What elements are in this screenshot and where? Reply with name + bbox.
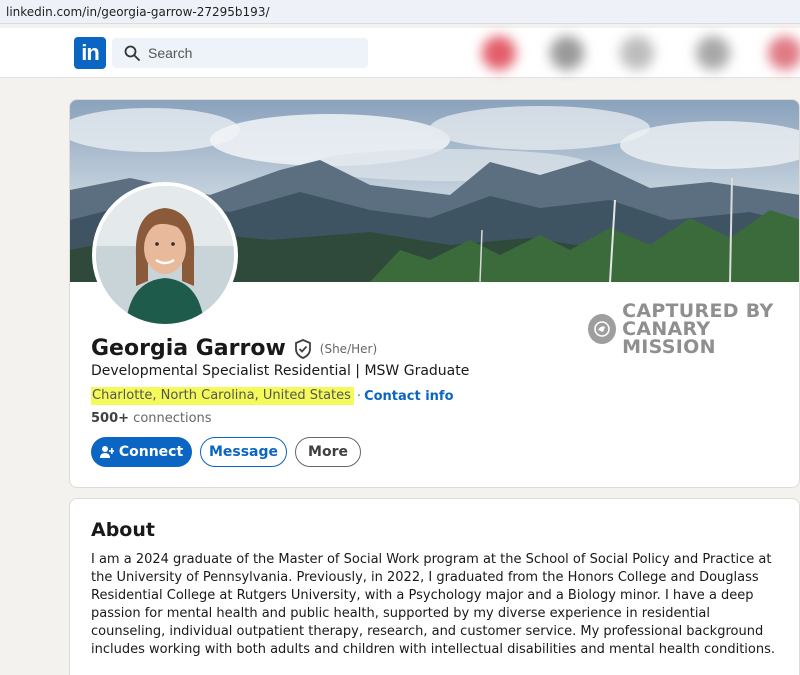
connections-label: connections bbox=[133, 411, 212, 426]
search-box[interactable] bbox=[112, 38, 368, 68]
profile-name: Georgia Garrow bbox=[91, 336, 286, 361]
location-row: Charlotte, North Carolina, United States… bbox=[91, 387, 454, 405]
connections-number: 500+ bbox=[91, 411, 130, 426]
linkedin-logo-icon[interactable]: in bbox=[74, 37, 106, 69]
canary-mission-watermark: CAPTURED BY CANARY MISSION bbox=[588, 302, 799, 358]
nav-item-blurred-icon[interactable] bbox=[620, 36, 654, 70]
address-bar[interactable]: linkedin.com/in/georgia-garrow-27295b193… bbox=[0, 0, 800, 24]
search-input[interactable] bbox=[148, 38, 358, 68]
canary-bird-icon bbox=[588, 314, 617, 344]
about-heading: About bbox=[91, 519, 155, 541]
profile-photo-avatar[interactable] bbox=[92, 182, 238, 328]
nav-item-blurred-icon[interactable] bbox=[550, 36, 584, 70]
profile-headline: Developmental Specialist Residential | M… bbox=[91, 363, 470, 379]
url-text: linkedin.com/in/georgia-garrow-27295b193… bbox=[6, 5, 270, 19]
more-button[interactable]: More bbox=[295, 437, 361, 467]
profile-actions: Connect Message More bbox=[91, 437, 361, 467]
watermark-line-2: CANARY MISSION bbox=[622, 318, 716, 358]
nav-item-blurred-icon[interactable] bbox=[768, 36, 800, 70]
connect-button[interactable]: Connect bbox=[91, 437, 192, 467]
search-icon bbox=[124, 45, 140, 61]
connections-count[interactable]: 500+ connections bbox=[91, 411, 212, 426]
profile-location: Charlotte, North Carolina, United States bbox=[91, 387, 354, 405]
add-person-icon bbox=[99, 446, 114, 458]
message-button[interactable]: Message bbox=[200, 437, 287, 467]
about-text: I am a 2024 graduate of the Master of So… bbox=[91, 552, 776, 657]
profile-card: CAPTURED BY CANARY MISSION Georgia Garro… bbox=[69, 99, 800, 488]
separator-dot: · bbox=[356, 388, 362, 404]
contact-info-link[interactable]: Contact info bbox=[364, 389, 453, 404]
connect-label: Connect bbox=[118, 444, 184, 460]
pronouns: (She/Her) bbox=[319, 341, 378, 356]
about-card: About I am a 2024 graduate of the Master… bbox=[69, 498, 800, 675]
nav-item-blurred-icon[interactable] bbox=[696, 36, 730, 70]
verified-shield-icon[interactable] bbox=[294, 338, 312, 359]
nav-item-blurred-icon[interactable] bbox=[482, 36, 516, 70]
top-navigation: in bbox=[0, 28, 800, 78]
